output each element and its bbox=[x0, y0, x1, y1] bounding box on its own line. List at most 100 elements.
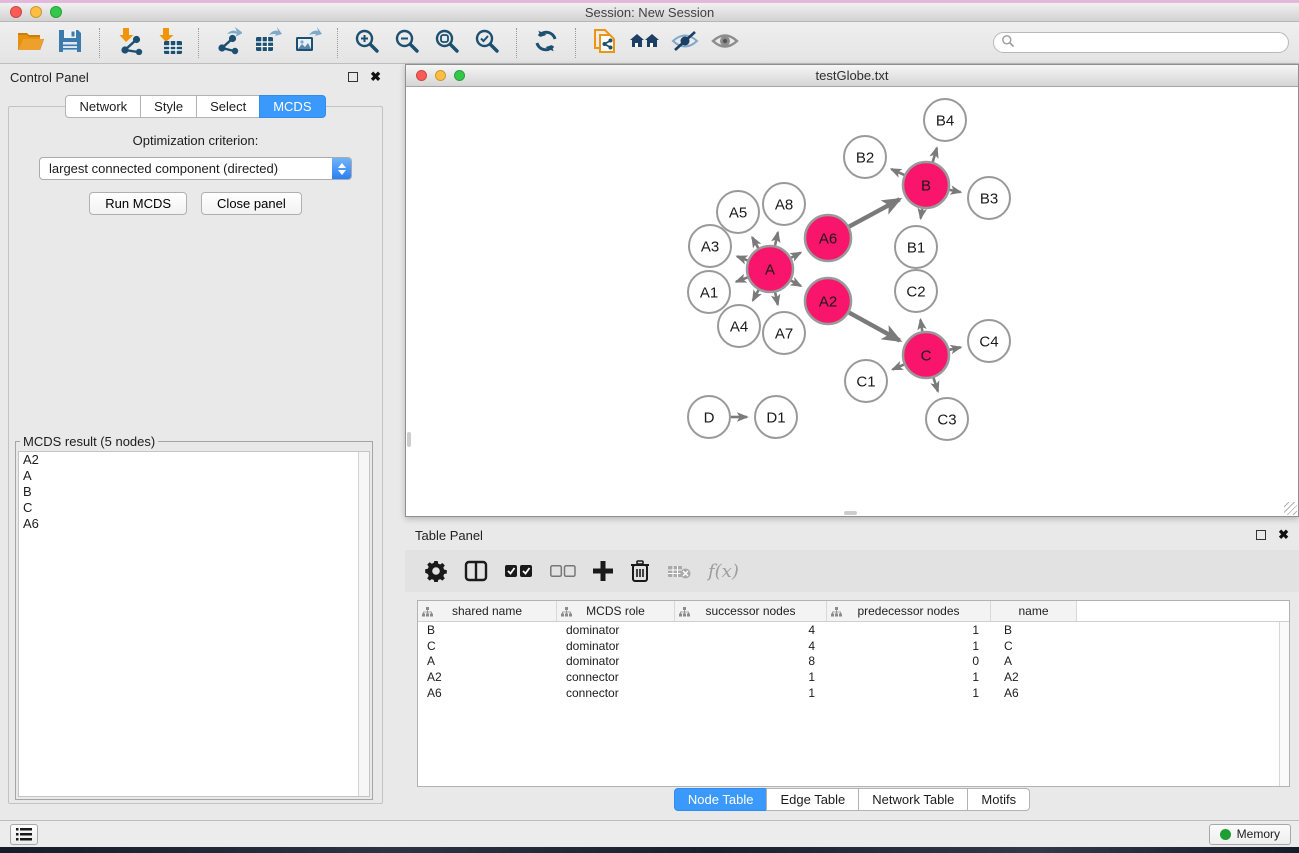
task-history-button[interactable] bbox=[10, 824, 38, 845]
close-panel-icon[interactable]: ✖ bbox=[370, 69, 381, 85]
table-row[interactable]: Adominator80A bbox=[418, 654, 1289, 670]
graph-edge-A-A4[interactable] bbox=[753, 290, 759, 300]
zoom-in-button[interactable] bbox=[347, 25, 387, 61]
column-header-successor-nodes[interactable]: successor nodes bbox=[675, 601, 827, 621]
graph-node-C4[interactable]: C4 bbox=[968, 320, 1010, 362]
graph-edge-B-B3[interactable] bbox=[950, 190, 961, 192]
graph-edge-C-C3[interactable] bbox=[933, 378, 937, 392]
table-tab-node-table[interactable]: Node Table bbox=[674, 788, 768, 811]
mcds-result-list[interactable]: A2ABCA6 bbox=[18, 451, 370, 797]
graph-node-C2[interactable]: C2 bbox=[895, 270, 937, 312]
graph-node-B3[interactable]: B3 bbox=[968, 177, 1010, 219]
graph-edge-A-A7[interactable] bbox=[775, 292, 778, 304]
column-header-shared-name[interactable]: shared name bbox=[418, 601, 557, 621]
graph-edge-A-A3[interactable] bbox=[737, 256, 748, 260]
graph-edge-B-B4[interactable] bbox=[933, 148, 937, 162]
graph-node-B4[interactable]: B4 bbox=[924, 99, 966, 141]
resize-grip-icon[interactable] bbox=[1284, 502, 1297, 515]
column-header-name[interactable]: name bbox=[991, 601, 1077, 621]
table-row[interactable]: Bdominator41B bbox=[418, 622, 1289, 638]
run-mcds-button[interactable]: Run MCDS bbox=[89, 192, 187, 215]
graph-edge-A-A1[interactable] bbox=[736, 277, 747, 281]
graph-node-A[interactable]: A bbox=[747, 246, 793, 292]
graph-node-A6[interactable]: A6 bbox=[805, 215, 851, 261]
tab-style[interactable]: Style bbox=[140, 95, 197, 118]
graph-node-D[interactable]: D bbox=[688, 396, 730, 438]
table-settings-button[interactable] bbox=[425, 560, 447, 582]
graph-node-C[interactable]: C bbox=[903, 332, 949, 378]
import-table-button[interactable] bbox=[149, 25, 189, 61]
mcds-result-item[interactable]: A2 bbox=[19, 452, 369, 468]
graph-node-A4[interactable]: A4 bbox=[718, 305, 760, 347]
close-table-panel-icon[interactable]: ✖ bbox=[1278, 527, 1289, 543]
window-titlebar[interactable]: Session: New Session bbox=[0, 3, 1299, 22]
memory-button[interactable]: Memory bbox=[1209, 824, 1291, 845]
graph-node-A2[interactable]: A2 bbox=[805, 278, 851, 324]
graph-node-A5[interactable]: A5 bbox=[717, 191, 759, 233]
graph-node-C3[interactable]: C3 bbox=[926, 398, 968, 440]
create-column-button[interactable] bbox=[593, 561, 613, 581]
column-header-predecessor-nodes[interactable]: predecessor nodes bbox=[827, 601, 991, 621]
mcds-result-item[interactable]: C bbox=[19, 500, 369, 516]
export-image-button[interactable] bbox=[288, 25, 328, 61]
mcds-result-item[interactable]: A6 bbox=[19, 516, 369, 532]
export-table-button[interactable] bbox=[248, 25, 288, 61]
network-canvas[interactable]: A A1 A2 A3 A4 A5 A6 A7 A8 B B1 B2 B3B4 C C1 C2 C3C4 D D1 bbox=[406, 87, 1298, 516]
graph-edge-A6-B[interactable] bbox=[849, 199, 900, 226]
import-network-button[interactable] bbox=[109, 25, 149, 61]
graph-edge-C-C1[interactable] bbox=[893, 365, 904, 370]
graph-node-A7[interactable]: A7 bbox=[763, 312, 805, 354]
table-row[interactable]: A6connector11A6 bbox=[418, 685, 1289, 701]
graph-edge-A-A6[interactable] bbox=[791, 253, 800, 258]
graph-node-B[interactable]: B bbox=[903, 162, 949, 208]
home-button[interactable] bbox=[625, 25, 665, 61]
export-network-button[interactable] bbox=[208, 25, 248, 61]
graph-edge-B-B1[interactable] bbox=[921, 209, 923, 219]
table-scrollbar[interactable] bbox=[1279, 622, 1289, 786]
table-row[interactable]: A2connector11A2 bbox=[418, 669, 1289, 685]
select-all-columns-button[interactable] bbox=[505, 564, 533, 578]
zoom-out-button[interactable] bbox=[387, 25, 427, 61]
graph-edge-A-A8[interactable] bbox=[775, 232, 778, 245]
close-panel-button[interactable]: Close panel bbox=[201, 192, 302, 215]
result-scrollbar[interactable] bbox=[358, 452, 369, 796]
tab-network[interactable]: Network bbox=[65, 95, 141, 118]
graph-node-A8[interactable]: A8 bbox=[763, 183, 805, 225]
graph-edge-C-C2[interactable] bbox=[920, 320, 922, 332]
hide-selected-button[interactable] bbox=[665, 25, 705, 61]
graph-edge-A2-C[interactable] bbox=[849, 313, 900, 341]
float-panel-icon[interactable] bbox=[348, 72, 358, 82]
graph-edge-C-C4[interactable] bbox=[949, 347, 960, 350]
zoom-selected-button[interactable] bbox=[467, 25, 507, 61]
graph-node-D1[interactable]: D1 bbox=[755, 396, 797, 438]
table-tab-network-table[interactable]: Network Table bbox=[858, 788, 968, 811]
delete-column-button[interactable] bbox=[630, 560, 650, 582]
graph-edge-B-B2[interactable] bbox=[891, 169, 904, 175]
unselect-all-columns-button[interactable] bbox=[550, 565, 576, 578]
tab-select[interactable]: Select bbox=[196, 95, 260, 118]
graph-node-C1[interactable]: C1 bbox=[845, 360, 887, 402]
search-input[interactable] bbox=[993, 32, 1289, 53]
graph-edge-A-A2[interactable] bbox=[791, 281, 801, 286]
save-session-button[interactable] bbox=[50, 25, 90, 61]
node-table[interactable]: shared nameMCDS rolesuccessor nodesprede… bbox=[417, 600, 1290, 787]
table-tab-edge-table[interactable]: Edge Table bbox=[766, 788, 859, 811]
float-table-panel-icon[interactable] bbox=[1256, 530, 1266, 540]
graph-node-A1[interactable]: A1 bbox=[688, 271, 730, 313]
table-row[interactable]: Cdominator41C bbox=[418, 638, 1289, 654]
clone-network-button[interactable] bbox=[585, 25, 625, 61]
column-header-mcds-role[interactable]: MCDS role bbox=[557, 601, 675, 621]
show-all-button[interactable] bbox=[705, 25, 745, 61]
graph-node-B2[interactable]: B2 bbox=[844, 136, 886, 178]
tab-mcds[interactable]: MCDS bbox=[259, 95, 325, 118]
zoom-fit-button[interactable] bbox=[427, 25, 467, 61]
graph-node-B1[interactable]: B1 bbox=[895, 226, 937, 268]
show-column-button[interactable] bbox=[464, 560, 488, 582]
graph-edge-A-A5[interactable] bbox=[752, 237, 758, 248]
open-session-button[interactable] bbox=[10, 25, 50, 61]
search-text-field[interactable] bbox=[1015, 34, 1288, 51]
table-tab-motifs[interactable]: Motifs bbox=[967, 788, 1030, 811]
graph-node-A3[interactable]: A3 bbox=[689, 225, 731, 267]
network-window-titlebar[interactable]: testGlobe.txt bbox=[406, 65, 1298, 87]
mcds-result-item[interactable]: A bbox=[19, 468, 369, 484]
